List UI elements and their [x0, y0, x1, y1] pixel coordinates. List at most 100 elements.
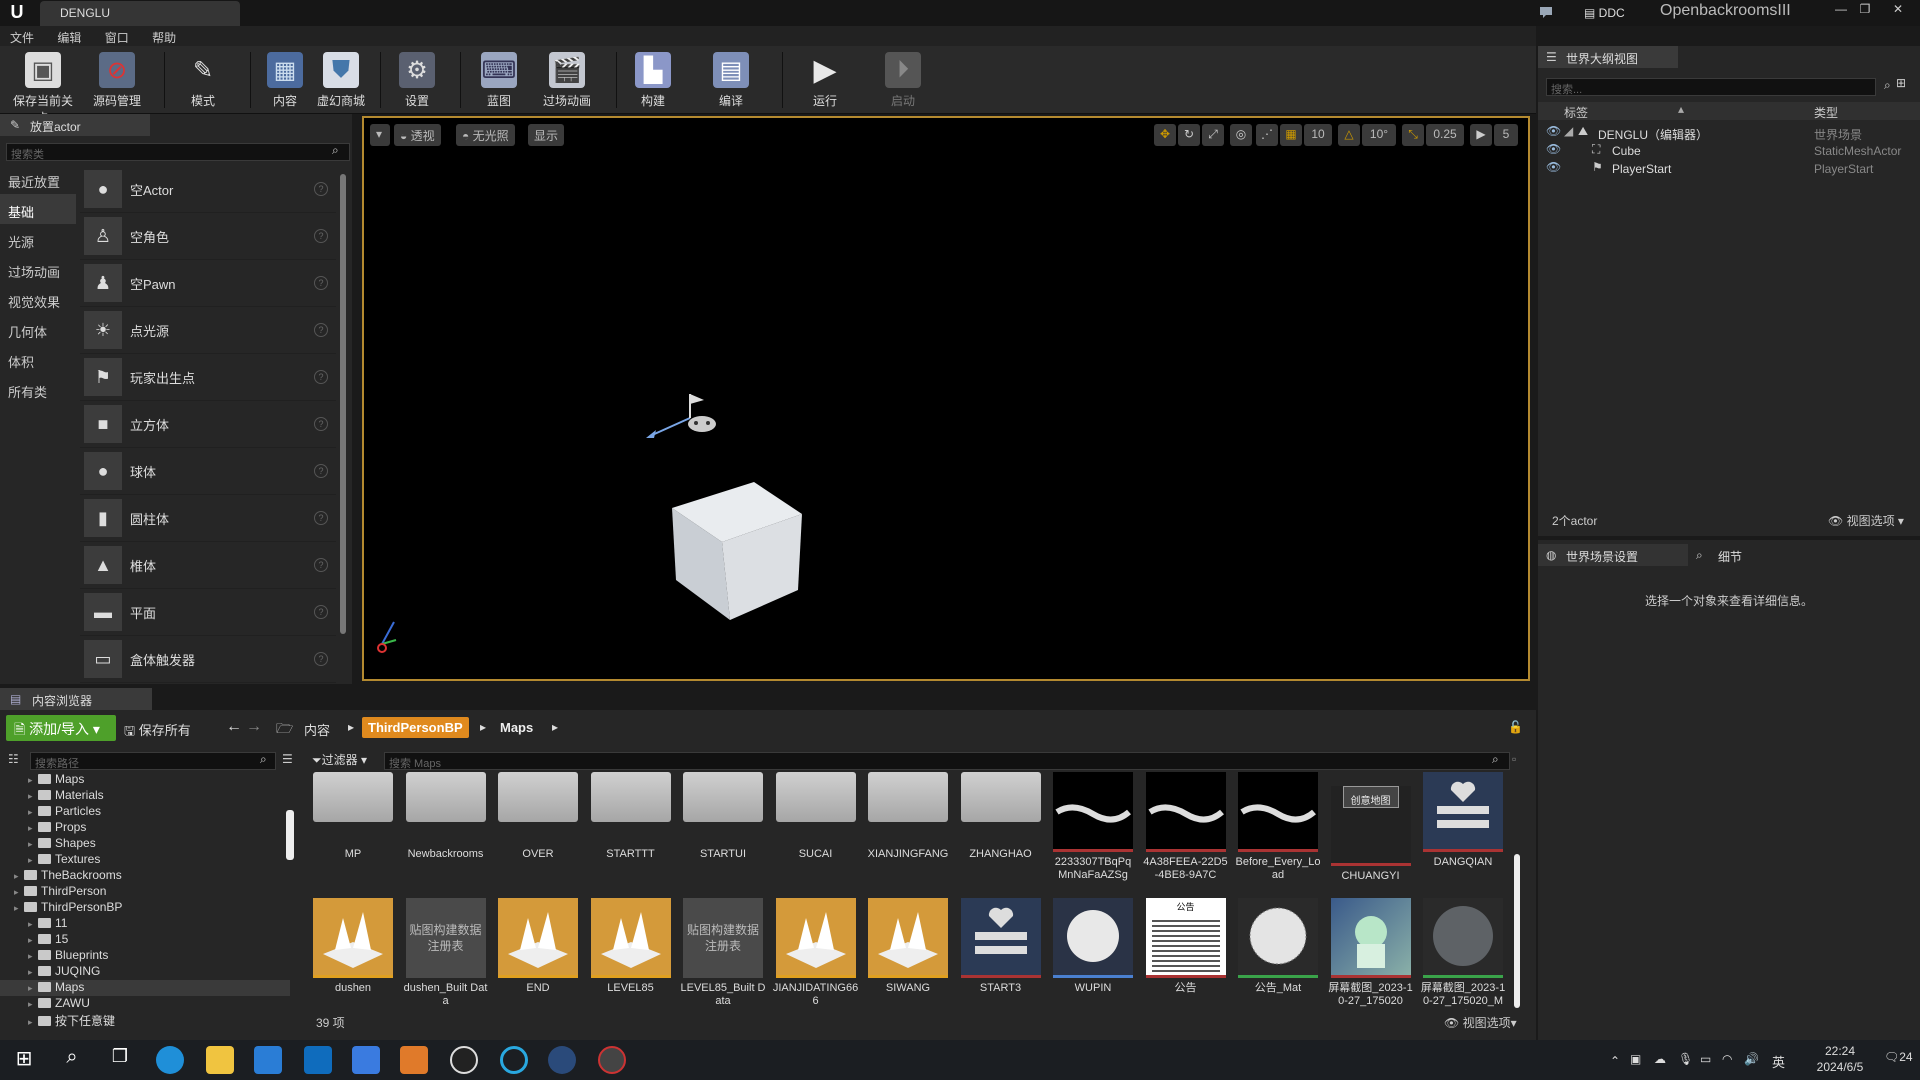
asset-tile[interactable]: Newbackrooms — [403, 772, 489, 876]
microphone-icon[interactable]: 🎙 — [1678, 1052, 1693, 1066]
category-geometry[interactable]: 几何体 — [0, 314, 76, 344]
expand-arrow-icon[interactable]: ▸ — [28, 855, 38, 866]
asset-tile[interactable]: 贴图构建数据注册表 dushen_Built Data — [403, 898, 489, 1010]
feedback-icon[interactable] — [1538, 4, 1554, 20]
filter-dropdown[interactable]: ⏷过滤器 ▾ — [312, 751, 367, 768]
settings-button[interactable]: ⚙ 设置 — [382, 50, 452, 110]
asset-tile[interactable]: END — [495, 898, 581, 1010]
marketplace-button[interactable]: ⛊ 虚幻商城 — [306, 50, 376, 110]
back-arrow-icon[interactable]: ← — [226, 718, 242, 736]
help-icon[interactable]: ? — [314, 229, 328, 243]
expand-arrow-icon[interactable]: ▸ — [14, 871, 24, 882]
actor-item[interactable]: ▲ 椎体? — [80, 542, 336, 589]
battery-icon[interactable]: ▭ — [1700, 1052, 1711, 1066]
tray-arrow-icon[interactable]: ⌃ — [1610, 1054, 1620, 1068]
actor-item[interactable]: ■ 立方体? — [80, 401, 336, 448]
expand-arrow-icon[interactable]: ▸ — [28, 935, 38, 946]
help-icon[interactable]: ? — [314, 511, 328, 525]
save-search-icon[interactable]: ▫ — [1512, 752, 1516, 766]
scale-snap-icon[interactable]: ⤡ — [1402, 124, 1424, 146]
category-basic[interactable]: 基础 — [0, 194, 76, 224]
asset-tile[interactable]: DANGQIAN — [1420, 772, 1506, 884]
expand-arrow-icon[interactable]: ▸ — [28, 1017, 38, 1028]
save-all-button[interactable]: 🖫 保存所有 — [124, 720, 191, 744]
mail-icon[interactable] — [254, 1046, 282, 1074]
folder-tree-item[interactable]: ▸ TheBackrooms — [0, 868, 290, 884]
asset-tile[interactable]: SIWANG — [865, 898, 951, 1010]
expand-arrow-icon[interactable]: ◢ — [1564, 124, 1573, 138]
visibility-eye-icon[interactable]: 👁 — [1546, 124, 1561, 138]
save-level-button[interactable]: ▣保存当前关卡 — [8, 50, 78, 125]
asset-scrollbar[interactable] — [1514, 854, 1520, 1008]
outliner-search-input[interactable]: 搜索... — [1546, 78, 1876, 96]
qq-icon[interactable] — [400, 1046, 428, 1074]
expand-arrow-icon[interactable]: ▸ — [28, 999, 38, 1010]
world-local-icon[interactable]: ◎ — [1230, 124, 1252, 146]
asset-tile[interactable]: 公告 公告 — [1143, 898, 1229, 1010]
folder-tree-item[interactable]: ▸ ThirdPerson — [0, 884, 290, 900]
maximize-button[interactable]: ❐ — [1856, 2, 1874, 18]
place-search-input[interactable]: 搜索类 — [6, 143, 350, 161]
volume-icon[interactable]: 🔊 — [1744, 1052, 1759, 1066]
search-icon[interactable]: ⌕ — [58, 1046, 86, 1074]
folder-tree-item[interactable]: ▸ ZAWU — [0, 996, 290, 1012]
asset-tile[interactable]: Before_Every_Load — [1235, 772, 1321, 884]
level-tab[interactable]: DENGLU — [40, 1, 240, 26]
viewport-options-dropdown[interactable]: ▾ — [370, 124, 390, 146]
unreal-logo-icon[interactable]: U — [6, 2, 28, 24]
visibility-eye-icon[interactable]: 👁 — [1546, 160, 1561, 174]
category-cinematic[interactable]: 过场动画 — [0, 254, 76, 284]
folder-tree-item[interactable]: ▸ Blueprints — [0, 948, 290, 964]
asset-tile[interactable]: XIANJINGFANG — [865, 772, 951, 876]
label-column-header[interactable]: 标签 — [1564, 104, 1588, 121]
outlook-icon[interactable] — [304, 1046, 332, 1074]
cube-mesh[interactable] — [664, 478, 814, 628]
asset-view-options[interactable]: 👁 视图选项▾ — [1444, 1014, 1517, 1031]
folder-tree-item[interactable]: ▸ 15 — [0, 932, 290, 948]
help-icon[interactable]: ? — [314, 417, 328, 431]
expand-arrow-icon[interactable]: ▸ — [28, 983, 38, 994]
place-scrollbar[interactable] — [340, 174, 346, 634]
rotation-snap-value[interactable]: 10° — [1362, 124, 1396, 146]
start-icon[interactable]: ⊞ — [10, 1046, 38, 1074]
folder-tree-item[interactable]: ▸ JUQING — [0, 964, 290, 980]
expand-arrow-icon[interactable]: ▸ — [28, 919, 38, 930]
edge-browser-icon[interactable] — [156, 1046, 184, 1074]
folder-tree-item[interactable]: ▸ Maps — [0, 772, 290, 788]
add-import-button[interactable]: 🗎 添加/导入 ▾ — [6, 715, 116, 741]
unreal-engine-icon[interactable] — [450, 1046, 478, 1074]
asset-tile[interactable]: START3 — [958, 898, 1044, 1010]
clock[interactable]: 22:24 2024/6/5 — [1810, 1044, 1870, 1074]
breadcrumb-separator-icon[interactable]: ▸ — [480, 720, 486, 734]
folder-tree-item[interactable]: ▸ Props — [0, 820, 290, 836]
close-button[interactable]: ✕ — [1880, 2, 1916, 18]
actor-item[interactable]: ⚑ 玩家出生点? — [80, 354, 336, 401]
help-icon[interactable]: ? — [314, 558, 328, 572]
outliner-row[interactable]: 👁 ⛶ Cube StaticMeshActor — [1538, 142, 1920, 160]
rotation-snap-icon[interactable]: △ — [1338, 124, 1360, 146]
breadcrumb-maps[interactable]: Maps — [500, 720, 533, 735]
blueprint-button[interactable]: ⌨ 蓝图 — [464, 50, 534, 110]
tree-scrollbar[interactable] — [286, 810, 294, 860]
folder-tree-item[interactable]: ▸ Textures — [0, 852, 290, 868]
store-icon[interactable] — [352, 1046, 380, 1074]
expand-arrow-icon[interactable]: ▸ — [28, 791, 38, 802]
show-button[interactable]: 显示 — [528, 124, 565, 146]
scale-snap-value[interactable]: 0.25 — [1426, 124, 1464, 146]
actor-item[interactable]: ♟ 空Pawn? — [80, 260, 336, 307]
onedrive-icon[interactable]: ☁ — [1654, 1052, 1666, 1066]
asset-tile[interactable]: OVER — [495, 772, 581, 876]
actor-item[interactable]: ♙ 空角色? — [80, 213, 336, 260]
type-column-header[interactable]: 类型 — [1814, 104, 1838, 121]
sources-toggle-icon[interactable]: ☷ — [8, 752, 19, 766]
minimize-button[interactable]: — — [1832, 2, 1850, 18]
asset-tile[interactable]: STARTTT — [588, 772, 674, 876]
actor-item[interactable]: ▮ 圆柱体? — [80, 495, 336, 542]
outliner-row[interactable]: 👁 ⚑ PlayerStart PlayerStart — [1538, 160, 1920, 178]
asset-tile[interactable]: dushen — [310, 898, 396, 1010]
expand-arrow-icon[interactable]: ▸ — [28, 839, 38, 850]
compile-button[interactable]: ▤ 编译 — [696, 50, 766, 110]
actor-item[interactable]: ☀ 点光源? — [80, 307, 336, 354]
help-icon[interactable]: ? — [314, 464, 328, 478]
asset-tile[interactable]: 创意地图 CHUANGYI — [1328, 772, 1414, 898]
